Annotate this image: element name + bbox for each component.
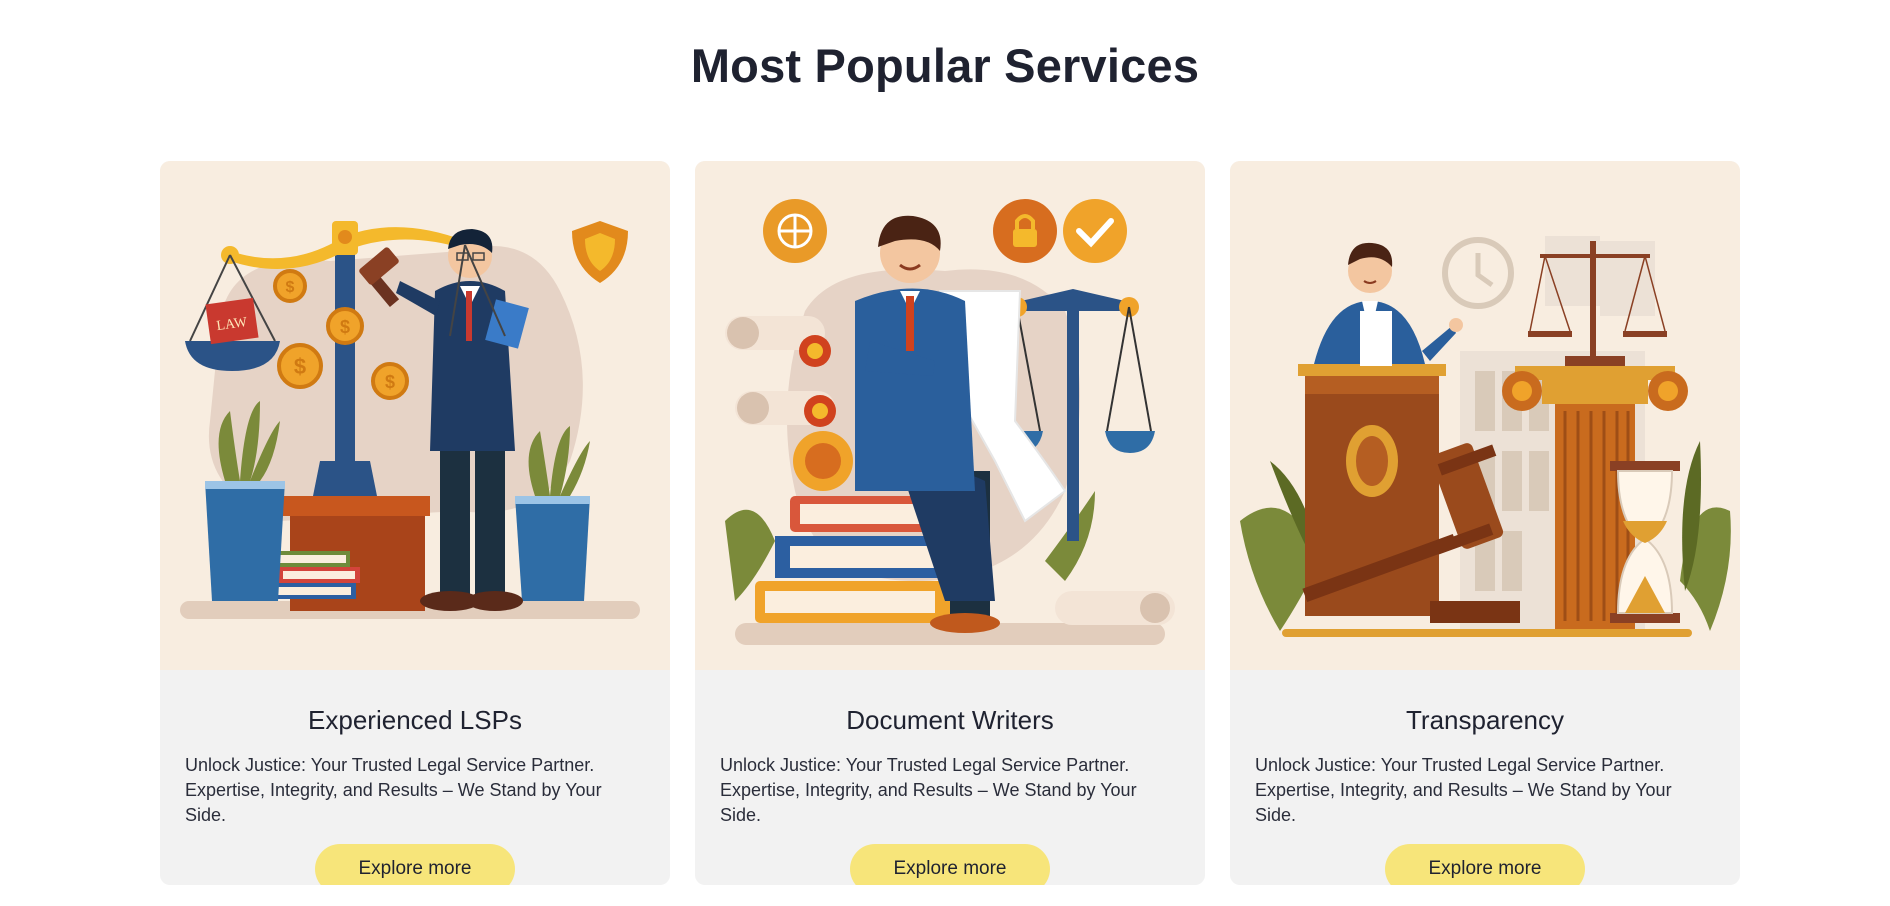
card-body: Transparency Unlock Justice: Your Truste… xyxy=(1230,670,1740,885)
lawyer-scales-image: LAW $ $ $ $ xyxy=(180,221,640,619)
service-card-document-writers: Document Writers Unlock Justice: Your Tr… xyxy=(695,161,1205,885)
explore-more-button[interactable]: Explore more xyxy=(850,844,1050,885)
svg-text:$: $ xyxy=(340,317,350,337)
document-writer-image xyxy=(725,199,1175,645)
svg-text:$: $ xyxy=(286,279,295,296)
card-description: Unlock Justice: Your Trusted Legal Servi… xyxy=(1255,755,1672,825)
services-card-list: LAW $ $ $ $ Experienced LSPs Unlock Just… xyxy=(160,161,1740,885)
document-writer-illustration xyxy=(695,161,1205,670)
card-title: Experienced LSPs xyxy=(308,705,522,735)
service-card-experienced-lsps: LAW $ $ $ $ Experienced LSPs Unlock Just… xyxy=(160,161,670,885)
card-title: Document Writers xyxy=(846,705,1054,735)
card-title: Transparency xyxy=(1406,705,1564,735)
card-body: Experienced LSPs Unlock Justice: Your Tr… xyxy=(160,670,670,885)
page-title: Most Popular Services xyxy=(690,39,1200,92)
svg-text:$: $ xyxy=(294,354,306,379)
explore-more-button[interactable]: Explore more xyxy=(1385,844,1585,885)
card-description: Unlock Justice: Your Trusted Legal Servi… xyxy=(185,755,602,825)
card-body: Document Writers Unlock Justice: Your Tr… xyxy=(695,670,1205,885)
card-description: Unlock Justice: Your Trusted Legal Servi… xyxy=(720,755,1137,825)
courtroom-judge-illustration xyxy=(1230,161,1740,670)
svg-text:$: $ xyxy=(385,372,395,392)
checkmark-icon xyxy=(1063,199,1127,263)
explore-more-button[interactable]: Explore more xyxy=(315,844,515,885)
service-card-transparency: Transparency Unlock Justice: Your Truste… xyxy=(1230,161,1740,885)
courtroom-image xyxy=(1240,236,1731,637)
services-page: Most Popular Services LAW $ $ $ $ Experi… xyxy=(0,0,1890,906)
lawyer-with-scales-illustration: LAW $ $ $ $ xyxy=(160,161,670,670)
